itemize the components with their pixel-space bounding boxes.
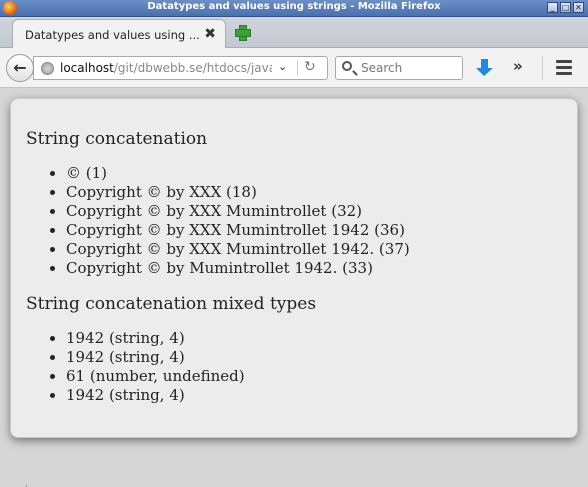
reload-icon[interactable]: ↻: [304, 59, 316, 75]
search-icon: [342, 61, 352, 71]
url-divider: [297, 60, 298, 76]
maximize-button[interactable]: □: [560, 2, 571, 13]
list-item: 1942 (string, 4): [66, 386, 245, 405]
plus-icon[interactable]: [234, 24, 251, 41]
list-item: Copyright © by XXX Mumintrollet 1942. (3…: [66, 240, 410, 259]
overflow-chevron-icon[interactable]: »: [513, 57, 523, 75]
list-item: Copyright © by XXX (18): [66, 183, 410, 202]
page-viewport: String concatenation © (1) Copyright © b…: [0, 89, 588, 487]
concatenation-list: © (1) Copyright © by XXX (18) Copyright …: [66, 164, 410, 278]
globe-icon: [41, 62, 54, 75]
tab-label: Datatypes and values using ...: [25, 28, 200, 42]
mixed-types-list: 1942 (string, 4) 1942 (string, 4) 61 (nu…: [66, 329, 245, 405]
tab-strip: Datatypes and values using ... ✖: [0, 17, 588, 49]
list-item: 61 (number, undefined): [66, 367, 245, 386]
window-title: Datatypes and values using strings - Moz…: [147, 1, 441, 12]
menu-bar-line: [556, 60, 572, 63]
hamburger-menu-icon[interactable]: [556, 60, 574, 76]
list-item: Copyright © by XXX Mumintrollet (32): [66, 202, 410, 221]
search-input[interactable]: Search: [335, 56, 463, 80]
section-heading-concatenation: String concatenation: [26, 129, 208, 149]
navigation-toolbar: localhost/git/dbwebb.se/htdocs/javas ⌄ ↻…: [0, 48, 588, 88]
list-item: 1942 (string, 4): [66, 329, 245, 348]
url-host: localhost: [60, 61, 114, 75]
toolbar-divider: [542, 56, 543, 80]
tab-datatypes[interactable]: Datatypes and values using ... ✖: [12, 19, 226, 49]
list-item: Copyright © by XXX Mumintrollet 1942 (36…: [66, 221, 410, 240]
window-titlebar: Datatypes and values using strings - Moz…: [0, 0, 588, 17]
list-item: 1942 (string, 4): [66, 348, 245, 367]
chevron-down-icon[interactable]: ⌄: [278, 60, 287, 73]
back-button[interactable]: ←: [6, 54, 34, 82]
url-text[interactable]: localhost/git/dbwebb.se/htdocs/javas: [60, 61, 272, 75]
download-arrow-icon[interactable]: [476, 58, 494, 78]
list-item: Copyright © by Mumintrollet 1942. (33): [66, 259, 410, 278]
close-window-button[interactable]: ✕: [573, 2, 584, 13]
search-placeholder: Search: [361, 61, 403, 75]
menu-bar-line: [556, 72, 572, 75]
url-path: /git/dbwebb.se/htdocs/javas: [113, 61, 272, 75]
url-bar[interactable]: localhost/git/dbwebb.se/htdocs/javas ⌄ ↻: [33, 56, 328, 80]
menu-bar-line: [556, 66, 572, 69]
list-item: © (1): [66, 164, 410, 183]
close-tab-icon[interactable]: ✖: [204, 26, 216, 42]
minimize-button[interactable]: _: [547, 2, 558, 13]
section-heading-mixed-types: String concatenation mixed types: [26, 294, 317, 314]
content-card: String concatenation © (1) Copyright © b…: [10, 98, 578, 438]
